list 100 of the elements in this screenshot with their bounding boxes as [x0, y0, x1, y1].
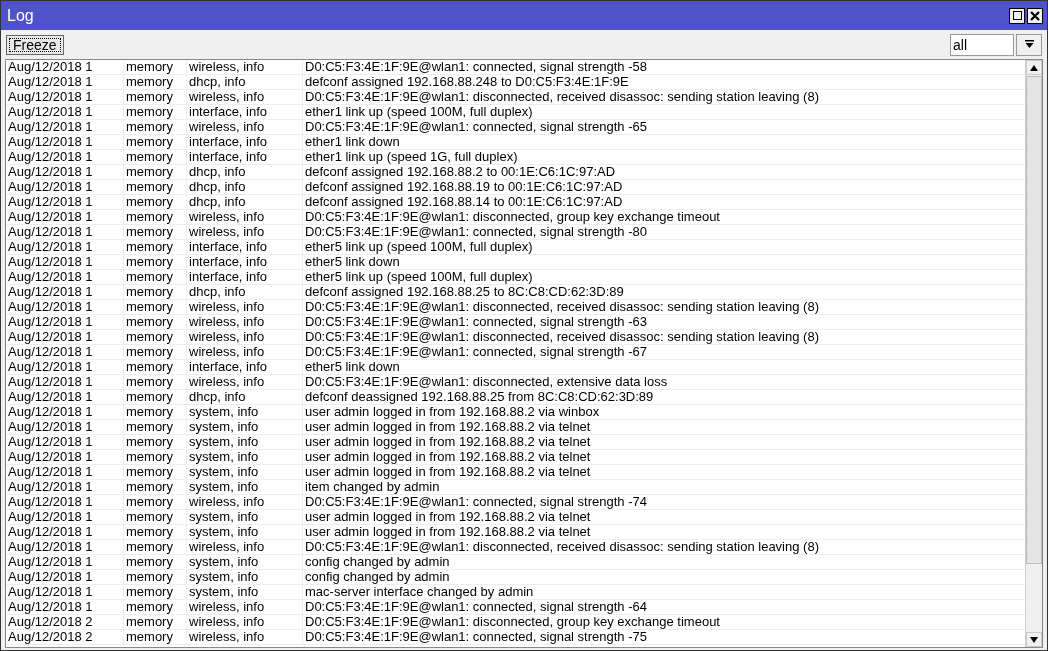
message-cell-text: ether1 link up (speed 1G, full duplex)	[304, 150, 519, 164]
buffer-cell: memory	[124, 210, 187, 224]
time-cell: Aug/12/2018 1	[6, 285, 124, 299]
message-cell-text: user admin logged in from 192.168.88.2 via telnet	[304, 420, 592, 434]
message-cell-text: config changed by admin	[304, 570, 451, 584]
close-button[interactable]	[1027, 7, 1043, 24]
topics-cell: interface, info	[187, 255, 303, 269]
message-cell-text: item changed by admin	[304, 480, 441, 494]
buffer-cell: memory	[124, 555, 187, 569]
time-cell: Aug/12/2018 1	[6, 420, 124, 434]
topics-cell: dhcp, info	[187, 165, 303, 179]
scroll-up-button[interactable]	[1026, 60, 1042, 75]
down-arrow-icon	[1030, 636, 1038, 643]
message-cell-text: ether5 link up (speed 100M, full duplex)	[304, 270, 534, 284]
topics-cell: interface, info	[187, 240, 303, 254]
time-cell: Aug/12/2018 1	[6, 255, 124, 269]
buffer-cell: memory	[124, 525, 187, 539]
dropdown-button[interactable]	[1016, 33, 1042, 56]
freeze-button[interactable]: Freeze	[6, 34, 64, 55]
message-cell-text: ether5 link down	[304, 255, 401, 269]
topics-cell: wireless, info	[187, 120, 303, 134]
message-cell-text: D0:C5:F3:4E:1F:9E@wlan1: disconnected, received disassoc: sending station leaving (8)	[304, 540, 820, 554]
buffer-cell: memory	[124, 180, 187, 194]
message-cell-text: mac-server interface changed by admin	[304, 585, 535, 599]
buffer-cell: memory	[124, 585, 187, 599]
buffer-cell: memory	[124, 285, 187, 299]
message-cell-text: D0:C5:F3:4E:1F:9E@wlan1: connected, signal strength -74	[304, 495, 648, 509]
time-cell: Aug/12/2018 1	[6, 585, 124, 599]
buffer-cell: memory	[124, 615, 187, 629]
time-cell: Aug/12/2018 1	[6, 315, 124, 329]
topics-cell: wireless, info	[187, 540, 303, 554]
buffer-cell: memory	[124, 570, 187, 584]
time-cell: Aug/12/2018 1	[6, 405, 124, 419]
topics-cell: wireless, info	[187, 375, 303, 389]
time-cell: Aug/12/2018 1	[6, 270, 124, 284]
message-cell-text: ether1 link down	[304, 135, 401, 149]
buffer-cell: memory	[124, 375, 187, 389]
message-cell-text: defconf assigned 192.168.88.14 to 00:1E:C6:1C:97:AD	[304, 195, 624, 209]
buffer-cell: memory	[124, 135, 187, 149]
buffer-cell: memory	[124, 300, 187, 314]
time-cell: Aug/12/2018 1	[6, 360, 124, 374]
dropdown-arrow-icon	[1024, 40, 1034, 49]
buffer-cell: memory	[124, 405, 187, 419]
buffer-cell: memory	[124, 630, 187, 644]
message-cell-text: D0:C5:F3:4E:1F:9E@wlan1: disconnected, received disassoc: sending station leaving (8)	[304, 90, 820, 104]
time-cell: Aug/12/2018 2	[6, 615, 124, 629]
topics-cell: system, info	[187, 450, 303, 464]
message-cell-text: defconf assigned 192.168.88.19 to 00:1E:C6:1C:97:AD	[304, 180, 624, 194]
topics-cell: dhcp, info	[187, 75, 303, 89]
buffer-cell: memory	[124, 315, 187, 329]
buffer-cell: memory	[124, 435, 187, 449]
maximize-button[interactable]	[1009, 7, 1025, 24]
message-cell-text: ether5 link down	[304, 360, 401, 374]
message-cell-text: user admin logged in from 192.168.88.2 via telnet	[304, 525, 592, 539]
buffer-cell: memory	[124, 105, 187, 119]
message-cell-text: D0:C5:F3:4E:1F:9E@wlan1: disconnected, received disassoc: sending station leaving (8)	[304, 330, 820, 344]
scrollbar[interactable]	[1025, 60, 1042, 647]
time-cell: Aug/12/2018 2	[6, 630, 124, 644]
buffer-cell: memory	[124, 510, 187, 524]
time-cell: Aug/12/2018 1	[6, 495, 124, 509]
buffer-cell: memory	[124, 60, 187, 74]
message-cell-text: ether5 link up (speed 100M, full duplex)	[304, 240, 534, 254]
up-arrow-icon	[1030, 64, 1038, 71]
scroll-down-button[interactable]	[1026, 632, 1042, 647]
message-cell-text: config changed by admin	[304, 555, 451, 569]
time-cell: Aug/12/2018 1	[6, 105, 124, 119]
time-cell: Aug/12/2018 1	[6, 90, 124, 104]
time-cell: Aug/12/2018 1	[6, 60, 124, 74]
buffer-cell: memory	[124, 270, 187, 284]
message-cell-text: D0:C5:F3:4E:1F:9E@wlan1: connected, signal strength -63	[304, 315, 648, 329]
time-cell: Aug/12/2018 1	[6, 540, 124, 554]
buffer-cell: memory	[124, 120, 187, 134]
topics-cell: dhcp, info	[187, 390, 303, 404]
buffer-cell: memory	[124, 360, 187, 374]
topics-cell: system, info	[187, 435, 303, 449]
topics-cell: system, info	[187, 510, 303, 524]
scroll-thumb[interactable]	[1026, 76, 1042, 565]
topics-cell: system, info	[187, 555, 303, 569]
message-cell-text: user admin logged in from 192.168.88.2 via winbox	[304, 405, 601, 419]
topics-cell: system, info	[187, 585, 303, 599]
message-cell-text: defconf assigned 192.168.88.25 to 8C:C8:CD:62:3D:89	[304, 285, 625, 299]
buffer-cell: memory	[124, 330, 187, 344]
topics-cell: system, info	[187, 465, 303, 479]
message-cell-text: D0:C5:F3:4E:1F:9E@wlan1: disconnected, group key exchange timeout	[304, 615, 721, 629]
message-cell-text: D0:C5:F3:4E:1F:9E@wlan1: connected, signal strength -64	[304, 600, 648, 614]
message-cell-text: D0:C5:F3:4E:1F:9E@wlan1: disconnected, group key exchange timeout	[304, 210, 721, 224]
time-cell: Aug/12/2018 1	[6, 330, 124, 344]
message-cell-text: D0:C5:F3:4E:1F:9E@wlan1: disconnected, extensive data loss	[304, 375, 669, 389]
message-cell-text: ether1 link up (speed 100M, full duplex)	[304, 105, 534, 119]
message-cell-text: user admin logged in from 192.168.88.2 via telnet	[304, 450, 592, 464]
time-cell: Aug/12/2018 1	[6, 510, 124, 524]
topics-cell: wireless, info	[187, 225, 303, 239]
filter-field[interactable]: all	[950, 33, 1014, 56]
buffer-cell: memory	[124, 195, 187, 209]
buffer-cell: memory	[124, 225, 187, 239]
topics-cell: interface, info	[187, 360, 303, 374]
time-cell: Aug/12/2018 1	[6, 435, 124, 449]
buffer-cell: memory	[124, 390, 187, 404]
topics-cell: system, info	[187, 405, 303, 419]
time-cell: Aug/12/2018 1	[6, 300, 124, 314]
